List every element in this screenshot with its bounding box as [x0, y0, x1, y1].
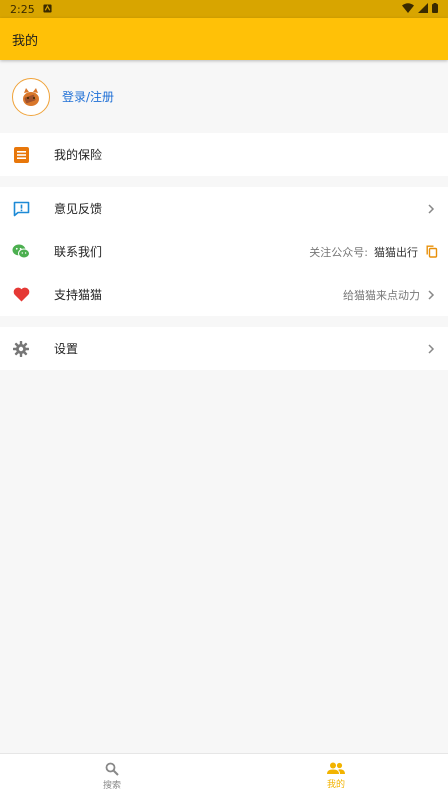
- tab-search[interactable]: 搜索: [0, 754, 224, 798]
- tab-label: 搜索: [102, 780, 121, 791]
- menu-item-label: 联系我们: [54, 245, 103, 259]
- tab-mine[interactable]: 我的: [224, 754, 448, 798]
- notification-icon: [43, 3, 52, 16]
- status-time: 2:25: [10, 2, 35, 16]
- people-icon: [327, 762, 345, 774]
- support-hint: 给猫猫来点动力: [343, 288, 420, 302]
- official-account-name: 猫猫出行: [374, 245, 418, 259]
- menu-item-contact[interactable]: 联系我们 关注公众号: 猫猫出行: [0, 230, 448, 273]
- chevron-right-icon: [428, 343, 435, 354]
- menu-item-label: 支持猫猫: [54, 288, 103, 302]
- login-register-link[interactable]: 登录/注册: [62, 88, 114, 105]
- copy-icon[interactable]: [426, 245, 438, 258]
- status-bar: 2:25: [0, 0, 448, 18]
- divider: [0, 316, 448, 327]
- search-icon: [105, 762, 119, 776]
- contact-hint: 关注公众号:: [309, 245, 368, 259]
- document-icon: [12, 146, 30, 164]
- wechat-icon: [12, 243, 30, 261]
- tab-label: 我的: [326, 780, 345, 790]
- menu-item-feedback[interactable]: 意见反馈: [0, 187, 448, 230]
- battery-icon: [432, 2, 438, 16]
- wifi-icon: [402, 2, 414, 16]
- heart-icon: [12, 286, 30, 304]
- menu-item-label: 我的保险: [54, 148, 103, 162]
- gear-icon: [12, 340, 30, 358]
- support-group: 意见反馈 联系我们 关注公众号: 猫猫出行 支持猫猫 给猫猫来点动力: [0, 187, 448, 316]
- menu-item-support[interactable]: 支持猫猫 给猫猫来点动力: [0, 273, 448, 316]
- chevron-right-icon: [428, 289, 435, 300]
- cat-mascot-icon: [23, 87, 39, 106]
- menu-item-settings[interactable]: 设置: [0, 327, 448, 370]
- menu-item-label: 设置: [54, 342, 79, 356]
- bottom-navigation: 搜索 我的: [0, 753, 448, 798]
- signal-icon: [418, 2, 428, 16]
- menu-item-label: 意见反馈: [54, 202, 103, 216]
- insurance-group: 我的保险: [0, 133, 448, 176]
- feedback-icon: [12, 200, 30, 218]
- avatar[interactable]: [12, 77, 50, 116]
- menu-item-insurance[interactable]: 我的保险: [0, 133, 448, 176]
- settings-group: 设置: [0, 327, 448, 370]
- profile-header[interactable]: 登录/注册: [0, 60, 448, 133]
- page-title: 我的: [12, 33, 39, 49]
- app-bar: 我的: [0, 18, 448, 60]
- chevron-right-icon: [428, 203, 435, 214]
- divider: [0, 176, 448, 187]
